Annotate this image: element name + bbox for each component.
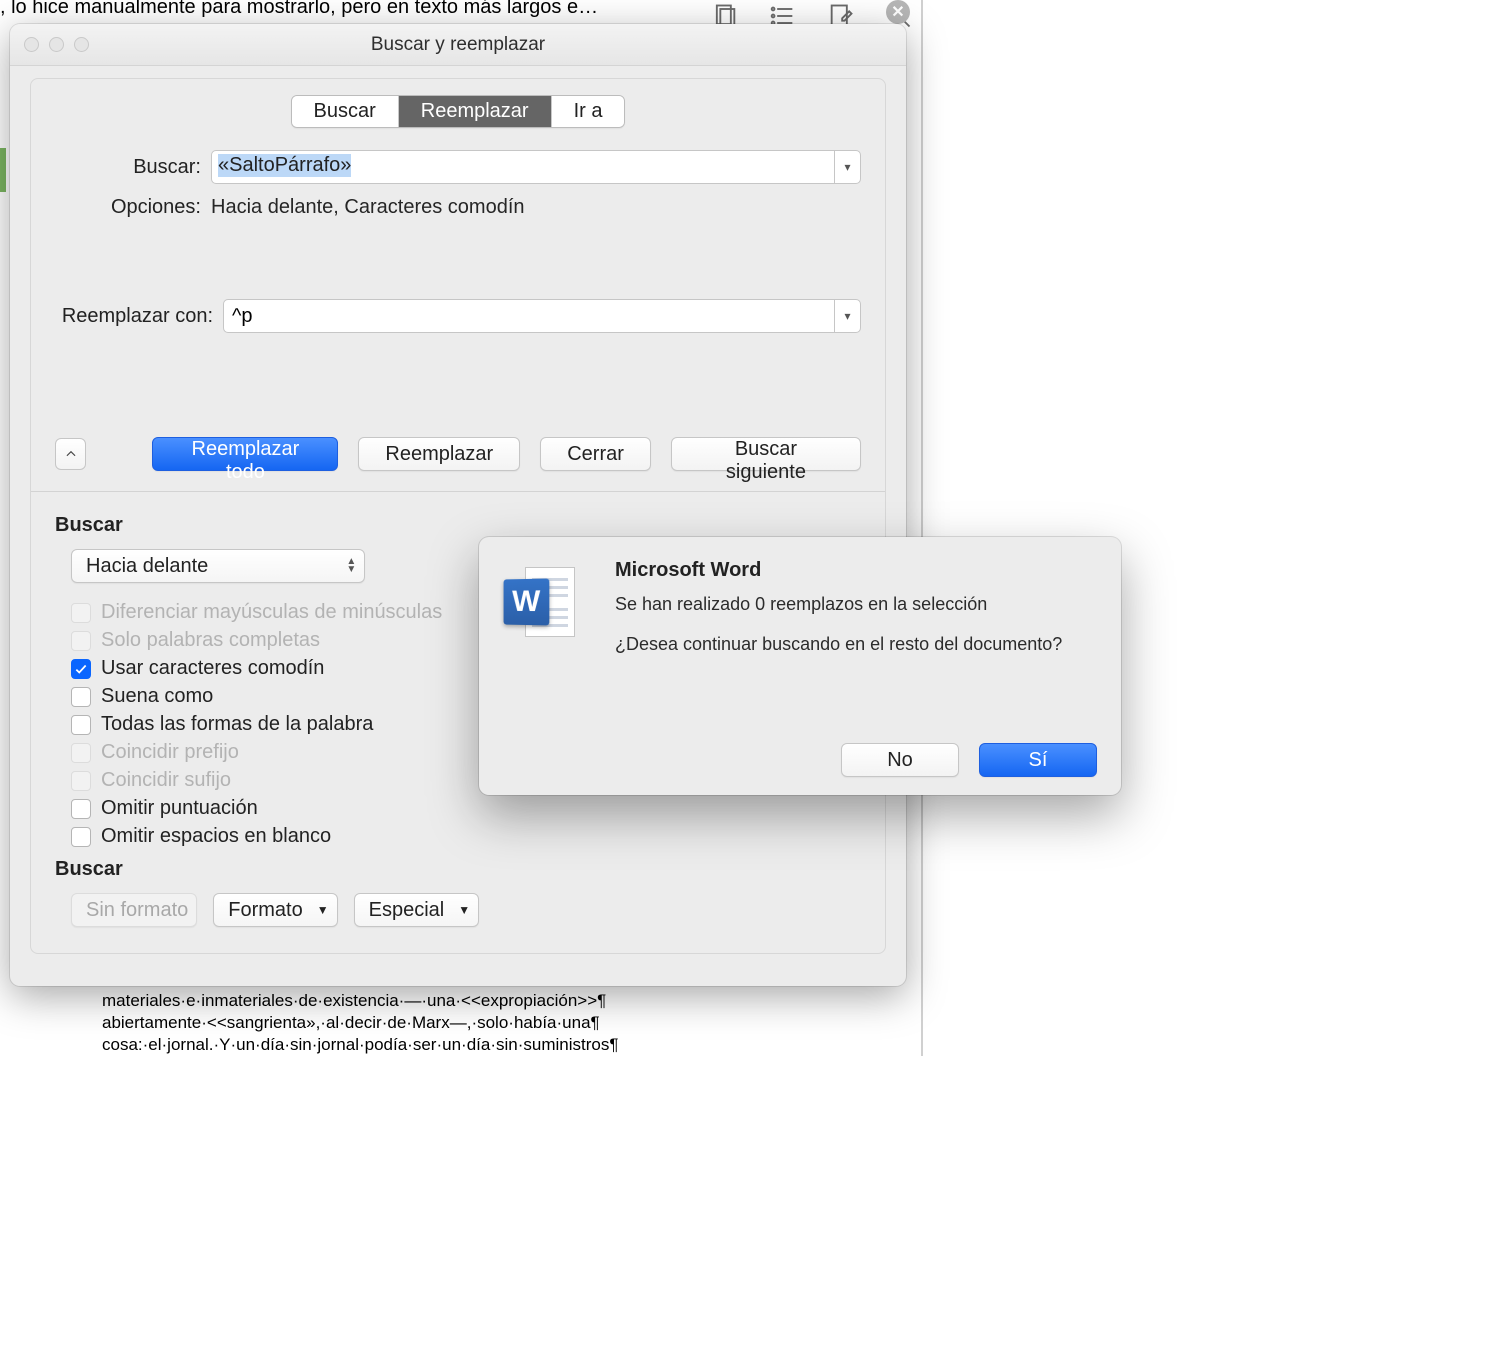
replace-with-label: Reemplazar con: xyxy=(55,305,223,328)
find-replace-window: Buscar y reemplazar Buscar Reemplazar Ir… xyxy=(10,24,906,986)
direction-select[interactable]: Hacia delante ▲▼ xyxy=(71,549,365,583)
chevron-down-icon: ▼ xyxy=(458,903,470,917)
format-select[interactable]: Formato ▼ xyxy=(213,893,337,927)
window-titlebar[interactable]: Buscar y reemplazar xyxy=(10,24,906,66)
alert-title: Microsoft Word xyxy=(615,559,1097,582)
updown-caret-icon: ▲▼ xyxy=(346,558,356,574)
replace-combo[interactable]: ▾ xyxy=(223,299,861,333)
replace-button[interactable]: Reemplazar xyxy=(358,437,520,471)
options-label: Opciones: xyxy=(55,196,211,219)
close-icon[interactable]: ✕ xyxy=(886,0,910,24)
alert-yes-button[interactable]: Sí xyxy=(979,743,1097,777)
background-highlight xyxy=(0,148,6,192)
background-divider xyxy=(921,0,923,1056)
alert-message-2: ¿Desea continuar buscando en el resto de… xyxy=(615,632,1097,656)
find-dropdown-caret[interactable]: ▾ xyxy=(834,151,860,183)
alert-message-1: Se han realizado 0 reemplazos en la sele… xyxy=(615,592,1097,616)
replace-dropdown-caret[interactable]: ▾ xyxy=(834,300,860,332)
tab-search[interactable]: Buscar xyxy=(292,96,399,127)
chevron-up-icon xyxy=(64,447,78,461)
window-title: Buscar y reemplazar xyxy=(10,34,906,56)
section-search-title: Buscar xyxy=(55,514,861,537)
collapse-toggle[interactable] xyxy=(55,438,86,470)
replace-input[interactable] xyxy=(224,300,834,332)
replace-all-button[interactable]: Reemplazar todo xyxy=(152,437,338,471)
special-select[interactable]: Especial ▼ xyxy=(354,893,480,927)
alert-dialog: W Microsoft Word Se han realizado 0 reem… xyxy=(479,537,1121,795)
background-top-text: , lo hice manualmente para mostrarlo, pe… xyxy=(0,0,598,19)
separator xyxy=(31,491,885,492)
tab-replace[interactable]: Reemplazar xyxy=(399,96,552,127)
close-button[interactable]: Cerrar xyxy=(540,437,651,471)
find-label: Buscar: xyxy=(55,156,211,179)
direction-value: Hacia delante xyxy=(86,555,208,578)
options-value: Hacia delante, Caracteres comodín xyxy=(211,196,525,219)
check-ignore-punct[interactable]: Omitir puntuación xyxy=(71,797,861,820)
find-combo[interactable]: «SaltoPárrafo» ▾ xyxy=(211,150,861,184)
alert-no-button[interactable]: No xyxy=(841,743,959,777)
find-replace-panel: Buscar Reemplazar Ir a Buscar: «SaltoPár… xyxy=(30,78,886,954)
tab-goto[interactable]: Ir a xyxy=(552,96,625,127)
find-input[interactable]: «SaltoPárrafo» xyxy=(212,151,834,183)
word-app-icon: W xyxy=(503,559,589,777)
check-ignore-space[interactable]: Omitir espacios en blanco xyxy=(71,825,861,848)
find-next-button[interactable]: Buscar siguiente xyxy=(671,437,861,471)
section-search2-title: Buscar xyxy=(55,858,861,881)
chevron-down-icon: ▼ xyxy=(317,903,329,917)
no-format-button: Sin formato xyxy=(71,893,197,927)
background-document-text: materiales·e·inmateriales·de·existencia·… xyxy=(102,990,618,1056)
tab-segment: Buscar Reemplazar Ir a xyxy=(291,95,626,128)
